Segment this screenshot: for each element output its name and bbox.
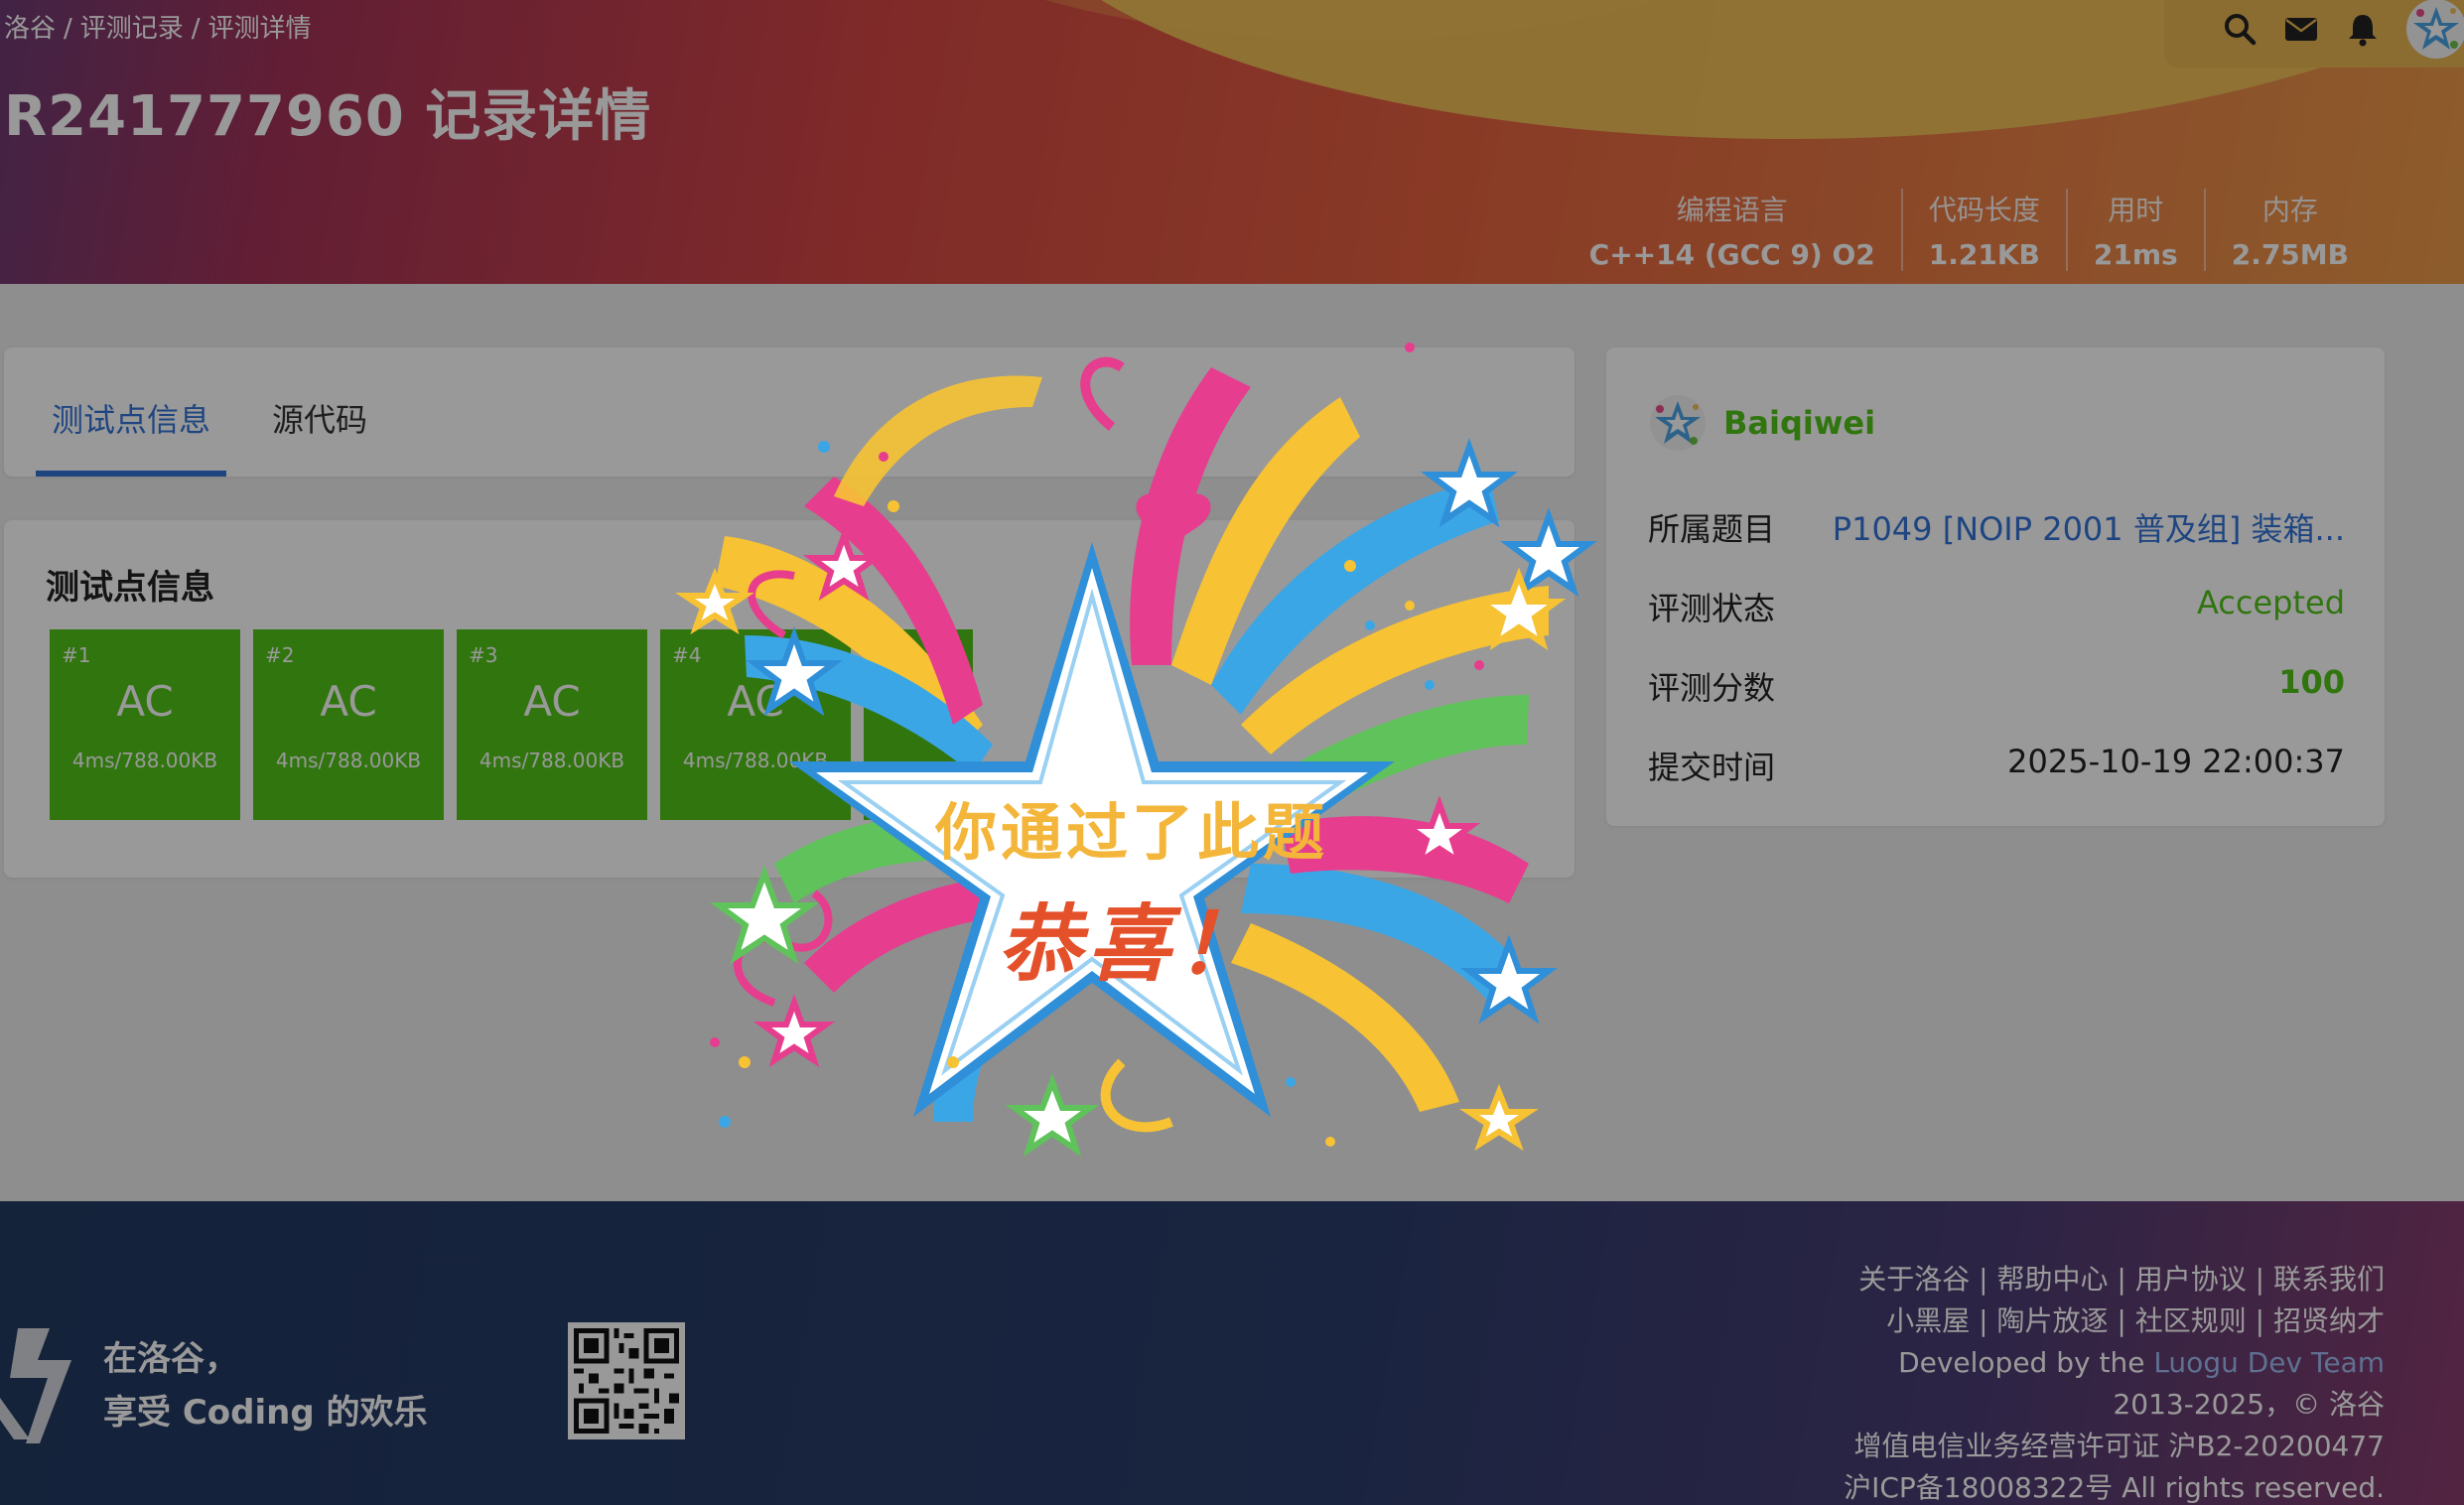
- celebration-illustration: [675, 342, 1597, 1158]
- congrats-headline: 恭喜！: [997, 895, 1266, 993]
- congrats-message: 你通过了此题: [934, 796, 1328, 869]
- congratulations-popup[interactable]: 你通过了此题 恭喜！: [655, 308, 1608, 1201]
